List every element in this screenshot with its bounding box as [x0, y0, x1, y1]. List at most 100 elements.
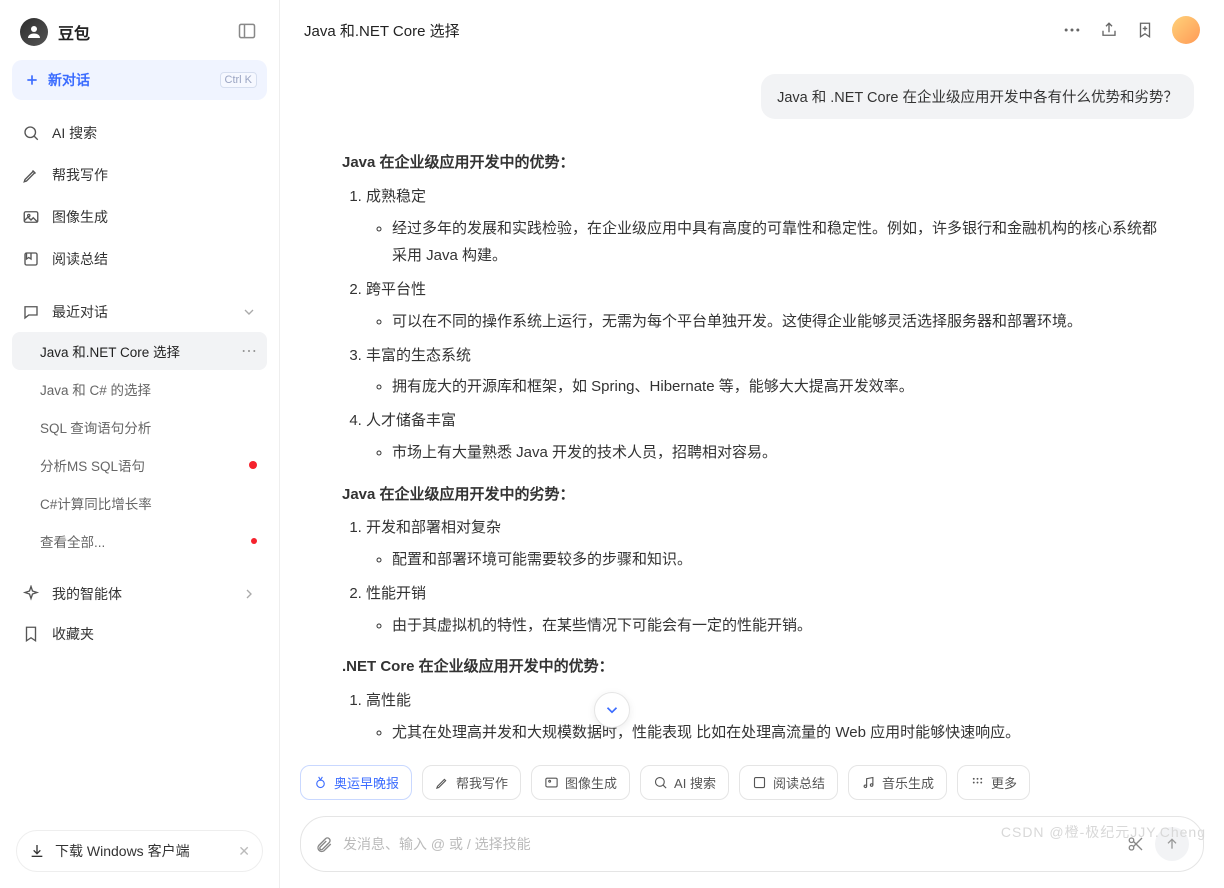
- bookmark-icon: [22, 625, 40, 643]
- conversation-item[interactable]: Java 和 C# 的选择: [12, 370, 267, 408]
- chip-music[interactable]: 音乐生成: [848, 765, 947, 800]
- favorites-section-label: 收藏夹: [52, 624, 94, 644]
- conversation-label: SQL 查询语句分析: [40, 417, 151, 437]
- conversation-view-all[interactable]: 查看全部...: [12, 522, 267, 560]
- image-icon: [544, 775, 559, 790]
- heading: .NET Core 在企业级应用开发中的优势：: [342, 653, 1162, 681]
- brand-title: 豆包: [58, 20, 90, 44]
- user-avatar[interactable]: [1172, 16, 1200, 44]
- chat-content: Java 和 .NET Core 在企业级应用开发中各有什么优势和劣势？ Jav…: [280, 54, 1224, 759]
- write-icon: [435, 775, 450, 790]
- share-icon[interactable]: [1100, 21, 1118, 39]
- unread-dot: [251, 538, 257, 544]
- topbar: Java 和.NET Core 选择: [280, 0, 1224, 54]
- list: 开发和部署相对复杂配置和部署环境可能需要较多的步骤和知识。 性能开销由于其虚拟机…: [342, 514, 1162, 639]
- chip-image[interactable]: 图像生成: [531, 765, 630, 800]
- send-button[interactable]: [1155, 827, 1189, 861]
- list-item: 性能开销由于其虚拟机的特性，在某些情况下可能会有一定的性能开销。: [366, 580, 1162, 640]
- conversation-item[interactable]: C#计算同比增长率: [12, 484, 267, 522]
- write-icon: [22, 166, 40, 184]
- list: 成熟稳定经过多年的发展和实践检验，在企业级应用中具有高度的可靠性和稳定性。例如，…: [342, 183, 1162, 467]
- agents-section-header[interactable]: 我的智能体: [12, 574, 267, 614]
- chip-write[interactable]: 帮我写作: [422, 765, 521, 800]
- nav-read-summary[interactable]: 阅读总结: [12, 240, 267, 278]
- chip-summary[interactable]: 阅读总结: [739, 765, 838, 800]
- image-icon: [22, 208, 40, 226]
- conversation-label: 分析MS SQL语句: [40, 455, 145, 475]
- nav-label: 帮我写作: [52, 165, 108, 185]
- assistant-message: Java 在企业级应用开发中的优势： 成熟稳定经过多年的发展和实践检验，在企业级…: [342, 149, 1162, 747]
- agents-section-label: 我的智能体: [52, 584, 122, 604]
- conversation-label: 查看全部...: [40, 531, 105, 551]
- conversation-item[interactable]: 分析MS SQL语句: [12, 446, 267, 484]
- nav-list: AI 搜索 帮我写作 图像生成 阅读总结: [12, 114, 267, 278]
- brand[interactable]: 豆包: [20, 18, 90, 46]
- sparkle-icon: [22, 585, 40, 603]
- download-client-button[interactable]: 下载 Windows 客户端 ✕: [16, 830, 263, 872]
- scissors-icon[interactable]: [1127, 835, 1145, 853]
- download-icon: [29, 843, 45, 859]
- more-icon[interactable]: [1062, 20, 1082, 40]
- music-icon: [861, 775, 876, 790]
- new-chat-shortcut: Ctrl K: [220, 72, 258, 88]
- chevron-right-icon: [241, 586, 257, 602]
- recent-section-label: 最近对话: [52, 302, 108, 322]
- user-message-row: Java 和 .NET Core 在企业级应用开发中各有什么优势和劣势？: [310, 74, 1194, 119]
- conversation-menu-icon[interactable]: ⋯: [241, 341, 257, 361]
- list-item: 开发和部署相对复杂配置和部署环境可能需要较多的步骤和知识。: [366, 514, 1162, 574]
- list-item: 人才储备丰富市场上有大量熟悉 Java 开发的技术人员，招聘相对容易。: [366, 407, 1162, 467]
- medal-icon: [313, 775, 328, 790]
- grid-icon: [970, 775, 985, 790]
- list-item: 丰富的生态系统拥有庞大的开源库和框架，如 Spring、Hibernate 等，…: [366, 342, 1162, 402]
- chat-title: Java 和.NET Core 选择: [304, 20, 460, 41]
- conversation-label: Java 和 C# 的选择: [40, 379, 151, 399]
- list: 高性能尤其在处理高并发和大规模数据时，性能表现 比如在处理高流量的 Web 应用…: [342, 687, 1162, 747]
- chip-olympics[interactable]: 奥运早晚报: [300, 765, 412, 800]
- conversation-label: Java 和.NET Core 选择: [40, 341, 180, 361]
- conversation-label: C#计算同比增长率: [40, 493, 152, 513]
- nav-label: 阅读总结: [52, 249, 108, 269]
- list-item: 成熟稳定经过多年的发展和实践检验，在企业级应用中具有高度的可靠性和稳定性。例如，…: [366, 183, 1162, 270]
- sidebar-header: 豆包: [12, 12, 267, 60]
- download-label: 下载 Windows 客户端: [55, 841, 190, 861]
- list-item: 高性能尤其在处理高并发和大规模数据时，性能表现 比如在处理高流量的 Web 应用…: [366, 687, 1162, 747]
- conversation-list: Java 和.NET Core 选择 ⋯ Java 和 C# 的选择 SQL 查…: [12, 332, 267, 560]
- message-input-row: [300, 816, 1204, 872]
- collapse-sidebar-icon[interactable]: [237, 21, 259, 43]
- sidebar: 豆包 新对话 Ctrl K AI 搜索 帮我写作 图像生成 阅读总结: [0, 0, 280, 888]
- new-chat-button[interactable]: 新对话 Ctrl K: [12, 60, 267, 100]
- bookmark-add-icon[interactable]: [1136, 21, 1154, 39]
- nav-label: AI 搜索: [52, 123, 97, 143]
- message-input[interactable]: [343, 836, 1117, 852]
- main-area: Java 和.NET Core 选择 Java 和 .NET Core 在企业级…: [280, 0, 1224, 888]
- nav-image-gen[interactable]: 图像生成: [12, 198, 267, 236]
- bookmark-icon: [22, 250, 40, 268]
- brand-avatar: [20, 18, 48, 46]
- list-item: 跨平台性可以在不同的操作系统上运行，无需为每个平台单独开发。这使得企业能够灵活选…: [366, 276, 1162, 336]
- recent-section-header[interactable]: 最近对话: [12, 292, 267, 332]
- close-icon[interactable]: ✕: [238, 843, 250, 860]
- sparkle-search-icon: [22, 124, 40, 142]
- heading: Java 在企业级应用开发中的劣势：: [342, 481, 1162, 509]
- chevron-down-icon: [241, 304, 257, 320]
- attach-icon[interactable]: [315, 835, 333, 853]
- heading: Java 在企业级应用开发中的优势：: [342, 149, 1162, 177]
- top-actions: [1062, 16, 1200, 44]
- scroll-to-bottom-button[interactable]: [594, 692, 630, 728]
- nav-label: 图像生成: [52, 207, 108, 227]
- bookmark-icon: [752, 775, 767, 790]
- new-chat-label: 新对话: [48, 70, 90, 90]
- nav-write[interactable]: 帮我写作: [12, 156, 267, 194]
- conversation-item[interactable]: Java 和.NET Core 选择 ⋯: [12, 332, 267, 370]
- conversation-item[interactable]: SQL 查询语句分析: [12, 408, 267, 446]
- skill-chips-row: 奥运早晚报 帮我写作 图像生成 AI 搜索 阅读总结 音乐生成 更多: [280, 759, 1224, 806]
- search-icon: [653, 775, 668, 790]
- user-message-bubble: Java 和 .NET Core 在企业级应用开发中各有什么优势和劣势？: [761, 74, 1194, 119]
- chat-icon: [22, 303, 40, 321]
- unread-dot: [249, 461, 257, 469]
- sidebar-footer: 下载 Windows 客户端 ✕: [12, 822, 267, 880]
- nav-ai-search[interactable]: AI 搜索: [12, 114, 267, 152]
- chip-more[interactable]: 更多: [957, 765, 1030, 800]
- favorites-section-header[interactable]: 收藏夹: [12, 614, 267, 654]
- chip-ai-search[interactable]: AI 搜索: [640, 765, 729, 800]
